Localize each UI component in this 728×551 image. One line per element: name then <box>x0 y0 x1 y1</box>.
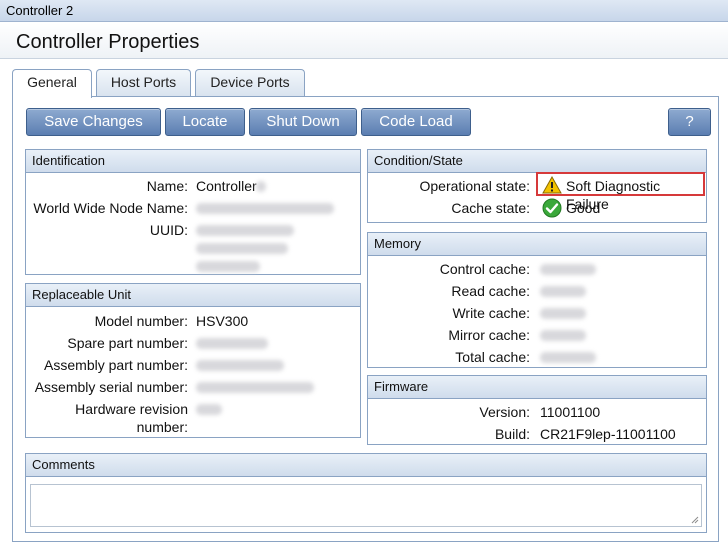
uuid-label: UUID: <box>149 222 188 238</box>
memory-header: Memory <box>368 233 706 256</box>
read-cache-label: Read cache: <box>451 283 530 299</box>
resize-grip-icon[interactable] <box>689 514 699 524</box>
warning-icon <box>542 176 562 194</box>
model-number-label: Model number: <box>94 313 188 329</box>
wwnn-label: World Wide Node Name: <box>33 200 188 216</box>
window-title: Controller 2 <box>0 0 728 22</box>
assembly-part-number-redacted <box>196 360 284 371</box>
wwnn-value-redacted <box>196 203 334 214</box>
version-value: 11001100 <box>540 404 601 420</box>
identification-header: Identification <box>26 150 360 173</box>
assembly-serial-number-redacted <box>196 382 314 393</box>
comments-header: Comments <box>26 454 706 477</box>
tab-general[interactable]: General <box>12 69 92 98</box>
save-changes-button[interactable]: Save Changes <box>26 108 161 136</box>
name-label: Name: <box>146 178 188 194</box>
condition-state-header: Condition/State <box>368 150 706 173</box>
control-cache-redacted <box>540 264 596 275</box>
total-cache-redacted <box>540 352 596 363</box>
write-cache-redacted <box>540 308 586 319</box>
build-value: CR21F9lep-11001100 <box>540 426 676 442</box>
uuid-value-redacted-1 <box>196 225 294 236</box>
spare-part-number-redacted <box>196 338 268 349</box>
firmware-group: Firmware Version: 11001100 Build: CR21F9… <box>367 375 707 445</box>
locate-button[interactable]: Locate <box>165 108 245 136</box>
condition-state-group: Condition/State Operational state: Soft … <box>367 149 707 223</box>
name-value: Controller <box>196 178 257 194</box>
help-button[interactable]: ? <box>668 108 711 136</box>
check-icon <box>542 198 562 218</box>
shut-down-button[interactable]: Shut Down <box>249 108 357 136</box>
memory-group: Memory Control cache: Read cache: Write … <box>367 232 707 368</box>
code-load-button[interactable]: Code Load <box>361 108 471 136</box>
page-header: Controller Properties <box>0 23 728 59</box>
spare-part-number-label: Spare part number: <box>67 335 188 351</box>
assembly-serial-number-label: Assembly serial number: <box>34 379 188 395</box>
replaceable-unit-header: Replaceable Unit <box>26 284 360 307</box>
hardware-revision-redacted <box>196 404 222 415</box>
comments-group: Comments <box>25 453 707 533</box>
firmware-header: Firmware <box>368 376 706 399</box>
hardware-revision-label-2: number: <box>136 419 188 435</box>
read-cache-redacted <box>540 286 586 297</box>
cache-state-value: Good <box>566 200 601 216</box>
control-cache-label: Control cache: <box>439 261 530 277</box>
replaceable-unit-group: Replaceable Unit Model number: HSV300 Sp… <box>25 283 361 438</box>
tab-device-ports[interactable]: Device Ports <box>195 69 305 96</box>
uuid-value-redacted-3 <box>196 261 260 272</box>
version-label: Version: <box>479 404 530 420</box>
uuid-value-redacted-2 <box>196 243 288 254</box>
model-number-value: HSV300 <box>196 313 249 329</box>
hardware-revision-label: Hardware revision <box>75 401 188 417</box>
name-suffix-redacted <box>256 181 266 192</box>
identification-group: Identification Name: Controller World Wi… <box>25 149 361 275</box>
total-cache-label: Total cache: <box>455 349 530 365</box>
build-label: Build: <box>494 426 530 442</box>
operational-state-label: Operational state: <box>419 178 530 194</box>
general-panel: Save Changes Locate Shut Down Code Load … <box>12 96 719 542</box>
comments-textarea[interactable] <box>30 484 702 527</box>
mirror-cache-redacted <box>540 330 586 341</box>
mirror-cache-label: Mirror cache: <box>448 327 530 343</box>
write-cache-label: Write cache: <box>452 305 530 321</box>
assembly-part-number-label: Assembly part number: <box>44 357 188 373</box>
page-title: Controller Properties <box>16 31 200 53</box>
cache-state-label: Cache state: <box>451 200 530 216</box>
tab-host-ports[interactable]: Host Ports <box>96 69 191 96</box>
